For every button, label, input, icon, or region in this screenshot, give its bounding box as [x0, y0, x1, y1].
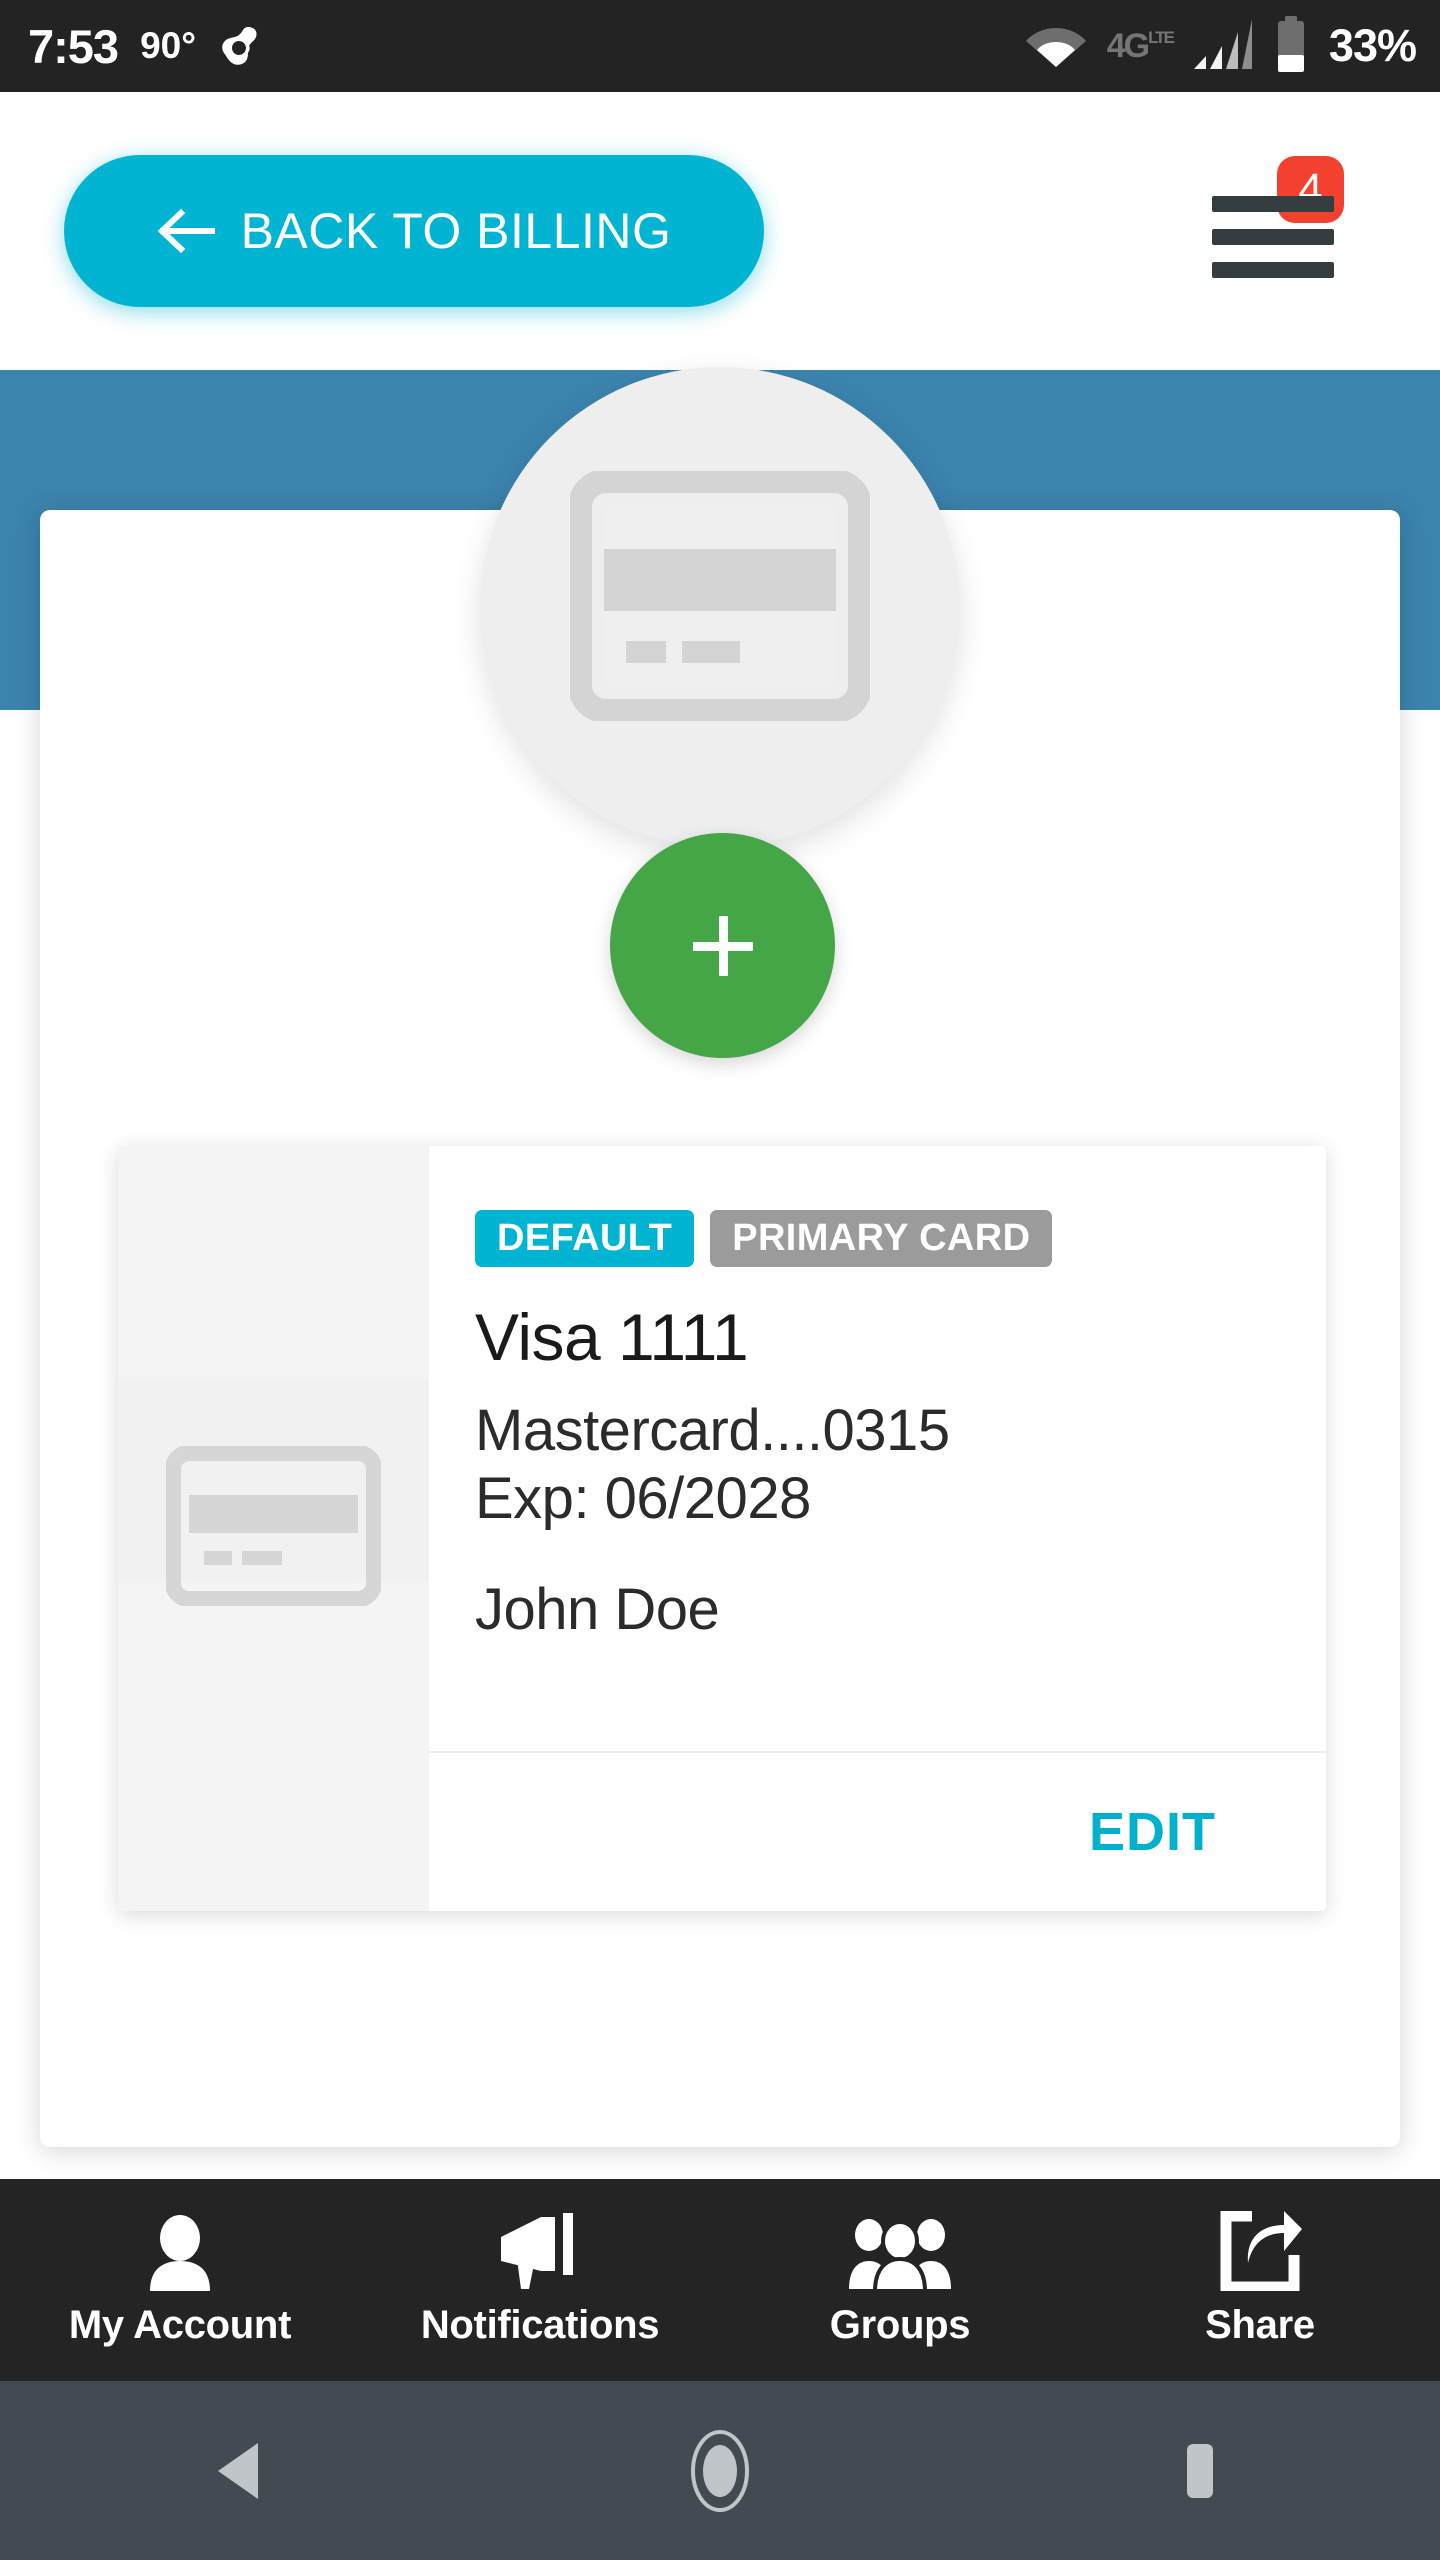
status-badge-default: DEFAULT — [475, 1210, 695, 1267]
back-to-billing-button[interactable]: BACK TO BILLING — [64, 155, 764, 307]
tab-label-my-account: My Account — [68, 2302, 292, 2347]
status-bar-temperature: 90° — [140, 25, 197, 66]
edit-button[interactable]: EDIT — [1089, 1801, 1216, 1863]
plus-icon — [692, 915, 753, 976]
tab-label-notifications: Notifications — [420, 2302, 660, 2347]
status-bar-right: 4G LTE 33% — [1025, 15, 1440, 77]
arrow-left-icon — [157, 207, 217, 255]
tab-label-share: Share — [1205, 2302, 1315, 2347]
payment-method-badges: DEFAULT PRIMARY CARD — [475, 1210, 1280, 1267]
phone-screen: 7:53 90° 4G LTE 33% BACK TO BILLING 4 DE… — [0, 0, 1440, 2560]
people-group-icon — [847, 2213, 953, 2291]
credit-card-icon — [165, 1445, 382, 1611]
payment-method-expiry: Exp: 06/2028 — [475, 1466, 811, 1532]
payment-method-number: Mastercard....0315 — [475, 1398, 950, 1463]
back-to-billing-label: BACK TO BILLING — [240, 203, 672, 259]
tab-notifications[interactable]: Notifications — [360, 2179, 720, 2381]
payment-method-thumbnail — [118, 1146, 429, 1911]
share-export-icon — [1218, 2210, 1302, 2291]
tab-groups[interactable]: Groups — [720, 2179, 1080, 2381]
square-recents-icon[interactable] — [960, 2440, 1440, 2502]
megaphone-icon — [497, 2212, 583, 2291]
avatar — [480, 367, 960, 847]
add-payment-method-button[interactable] — [610, 833, 835, 1058]
triangle-back-icon[interactable] — [0, 2441, 480, 2501]
tab-label-groups: Groups — [829, 2302, 971, 2347]
avast-shield-icon — [218, 24, 262, 68]
battery-icon — [1273, 15, 1309, 77]
hamburger-menu-button[interactable]: 4 — [1204, 156, 1344, 306]
status-bar-left: 7:53 90° — [0, 19, 262, 74]
battery-percent: 33% — [1328, 20, 1417, 71]
status-badge-primary-card: PRIMARY CARD — [710, 1210, 1053, 1267]
payment-method-actions: EDIT — [429, 1751, 1326, 1911]
status-bar-clock: 7:53 — [28, 19, 119, 73]
person-icon — [141, 2213, 219, 2291]
payment-method-title: Visa 1111 — [475, 1300, 749, 1374]
cellular-signal-icon — [1193, 18, 1253, 75]
payment-method-cardholder: John Doe — [475, 1576, 720, 1642]
status-bar: 7:53 90° 4G LTE 33% — [0, 0, 1440, 92]
hamburger-menu-icon — [1212, 196, 1334, 278]
payment-method-details: DEFAULT PRIMARY CARD Visa 1111 Mastercar… — [429, 1146, 1326, 1911]
payment-method-card[interactable]: DEFAULT PRIMARY CARD Visa 1111 Mastercar… — [118, 1146, 1326, 1911]
wifi-icon — [1025, 20, 1087, 73]
tab-share[interactable]: Share — [1080, 2179, 1440, 2381]
tab-my-account[interactable]: My Account — [0, 2179, 360, 2381]
credit-card-icon — [568, 468, 872, 726]
system-navigation-bar — [0, 2381, 1440, 2560]
network-type-label: 4G LTE — [1106, 26, 1175, 65]
payment-method-info: DEFAULT PRIMARY CARD Visa 1111 Mastercar… — [429, 1146, 1326, 1751]
app-header: BACK TO BILLING 4 — [0, 92, 1440, 370]
bottom-tab-bar: My Account Notifications Groups Share — [0, 2179, 1440, 2381]
circle-home-icon[interactable] — [480, 2429, 960, 2513]
